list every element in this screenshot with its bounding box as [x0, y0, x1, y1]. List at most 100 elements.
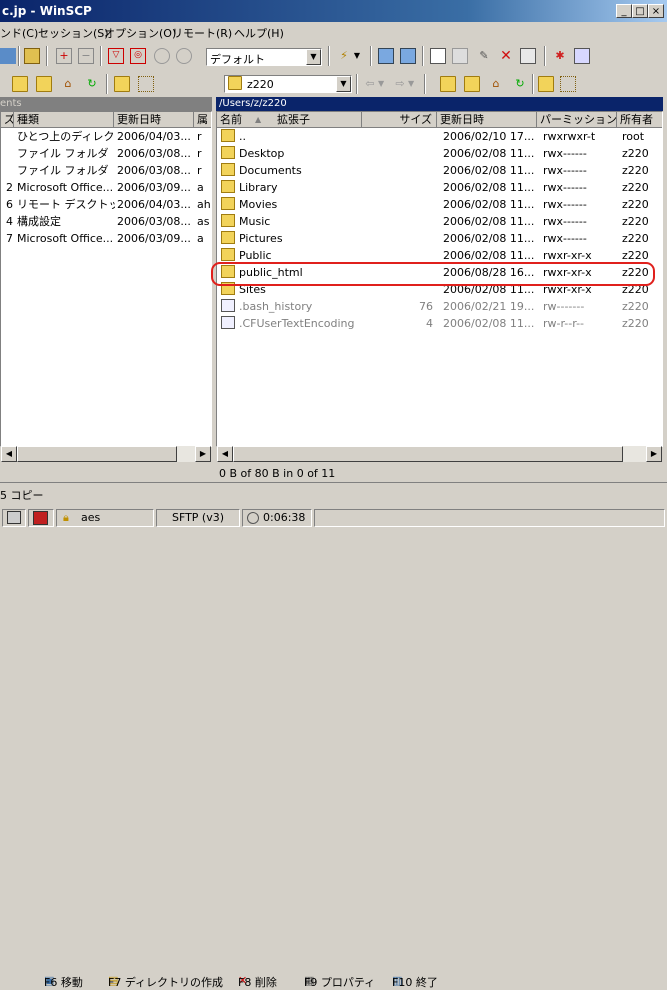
scroll-thumb[interactable]: [17, 446, 177, 462]
table-row[interactable]: Pictures 2006/02/08 11... rwx------ z220: [217, 230, 662, 247]
f6-label: F6 移動: [44, 976, 83, 989]
home-icon[interactable]: ⌂: [488, 76, 504, 92]
refresh-disabled-icon[interactable]: [176, 48, 192, 64]
col-date-header[interactable]: 更新日時: [437, 112, 537, 128]
col-name-header[interactable]: 名前 ▲ 拡張子: [217, 112, 362, 128]
cell-date: 2006/02/08 11...: [443, 317, 535, 330]
menu-remote[interactable]: リモート(R): [172, 25, 232, 41]
table-row[interactable]: 2 Microsoft Office... 2006/03/09... a: [1, 179, 211, 196]
col-size-header[interactable]: ズ: [1, 112, 14, 128]
table-row[interactable]: ファイル フォルダ 2006/03/08... r: [1, 145, 211, 162]
edit-icon[interactable]: [430, 48, 446, 64]
chevron-down-icon[interactable]: ▼: [408, 76, 418, 92]
cell-date: 2006/02/21 19...: [443, 300, 535, 313]
status-cipher-cell: 🔒︎ aes: [56, 509, 154, 527]
local-hscrollbar[interactable]: ◀ ▶: [1, 446, 211, 462]
remote-dir-select[interactable]: z220 ▼: [224, 75, 352, 93]
profile-select[interactable]: デフォルト ▼: [206, 48, 322, 66]
maximize-button[interactable]: □: [632, 4, 648, 18]
sync-icon[interactable]: [24, 48, 40, 64]
refresh-icon[interactable]: ↻: [512, 76, 528, 92]
chevron-down-icon[interactable]: ▼: [378, 76, 388, 92]
cell-attr: r: [197, 164, 202, 177]
col-date-header[interactable]: 更新日時: [114, 112, 194, 128]
transfer-icon[interactable]: [0, 48, 16, 64]
scroll-right-button[interactable]: ▶: [646, 446, 662, 462]
scroll-left-button[interactable]: ◀: [217, 446, 233, 462]
root-dir-icon[interactable]: [464, 76, 480, 92]
tree-icon[interactable]: [138, 76, 154, 92]
menu-help[interactable]: ヘルプ(H): [234, 25, 284, 41]
lock-icon: 🔒︎: [63, 511, 69, 524]
clear-icon[interactable]: [154, 48, 170, 64]
rename-icon[interactable]: ✎: [476, 48, 492, 64]
col-owner-header[interactable]: 所有者: [617, 112, 662, 128]
col-perm-header[interactable]: パーミッション: [537, 112, 617, 128]
table-row[interactable]: Movies 2006/02/08 11... rwx------ z220: [217, 196, 662, 213]
properties-icon[interactable]: [520, 48, 536, 64]
new-dir-icon[interactable]: ✱: [552, 48, 568, 64]
open-dir-icon[interactable]: [538, 76, 554, 92]
col-size-header[interactable]: サイズ: [362, 112, 437, 128]
table-row[interactable]: .CFUserTextEncoding 4 2006/02/08 11... rw-r…: [217, 315, 662, 332]
chevron-down-icon[interactable]: ▼: [336, 76, 351, 92]
close-button[interactable]: ×: [648, 4, 664, 18]
table-row[interactable]: Library 2006/02/08 11... rwx------ z220: [217, 179, 662, 196]
scroll-right-button[interactable]: ▶: [195, 446, 211, 462]
local-file-panel[interactable]: ズ 種類 更新日時 属 ひとつ上のディレク... 2006/04/03... r ファ…: [0, 111, 212, 447]
lightning-icon[interactable]: ⚡: [336, 48, 352, 64]
folder-icon: [221, 197, 235, 210]
table-row[interactable]: Music 2006/02/08 11... rwx------ z220: [217, 213, 662, 230]
parent-dir-icon[interactable]: [440, 76, 456, 92]
scroll-left-button[interactable]: ◀: [1, 446, 17, 462]
open-dir-icon[interactable]: [114, 76, 130, 92]
toolbar-separator: [100, 46, 102, 66]
cell-date: 2006/03/08...: [117, 147, 191, 160]
select-plus-icon[interactable]: +: [56, 48, 72, 64]
cell-owner: z220: [622, 147, 649, 160]
forward-icon[interactable]: ⇨: [392, 76, 408, 92]
open-icon[interactable]: [452, 48, 468, 64]
select-minus-icon[interactable]: −: [78, 48, 94, 64]
table-row[interactable]: 6 リモート デスクトッ...2006/04/03... ah: [1, 196, 211, 213]
local-path-bar: ents: [0, 97, 212, 111]
table-row[interactable]: Desktop 2006/02/08 11... rwx------ z220: [217, 145, 662, 162]
col-type-header[interactable]: 種類: [14, 112, 114, 128]
table-row[interactable]: Documents 2006/02/08 11... rwx------ z220: [217, 162, 662, 179]
table-row[interactable]: ファイル フォルダ 2006/03/08... r: [1, 162, 211, 179]
col-attr-header[interactable]: 属: [194, 112, 211, 128]
scroll-thumb[interactable]: [233, 446, 623, 462]
parent-dir-icon[interactable]: [12, 76, 28, 92]
table-row[interactable]: ひとつ上のディレク... 2006/04/03... r: [1, 128, 211, 145]
table-row[interactable]: .. 2006/02/10 17... rwxrwxr-t root: [217, 128, 662, 145]
table-row[interactable]: 7 Microsoft Office... 2006/03/09... a: [1, 230, 211, 247]
tree-icon[interactable]: [560, 76, 576, 92]
folder-icon: [221, 214, 235, 227]
move-icon[interactable]: [400, 48, 416, 64]
chevron-down-icon[interactable]: ▼: [306, 49, 321, 65]
remote-hscrollbar[interactable]: ◀ ▶: [217, 446, 662, 462]
invert-icon[interactable]: ◎: [130, 48, 146, 64]
table-row[interactable]: 4 構成設定 2006/03/08... as: [1, 213, 211, 230]
selection-summary: 0 B of 80 B in 0 of 11: [216, 466, 663, 482]
minimize-button[interactable]: _: [616, 4, 632, 18]
toolbar-separator: [106, 74, 108, 94]
copy-icon[interactable]: [378, 48, 394, 64]
bookmark-icon[interactable]: [574, 48, 590, 64]
cell-perm: rwx------: [543, 215, 587, 228]
cell-perm: rwxr-xr-x: [543, 249, 592, 262]
menu-options[interactable]: オプション(O): [104, 25, 176, 41]
delete-icon[interactable]: ✕: [498, 48, 514, 64]
back-icon[interactable]: ⇦: [362, 76, 378, 92]
table-row[interactable]: .bash_history 76 2006/02/21 19... rw-------…: [217, 298, 662, 315]
filter-icon[interactable]: ▽: [108, 48, 124, 64]
menu-session[interactable]: セッション(S): [38, 25, 109, 41]
refresh-icon[interactable]: ↻: [84, 76, 100, 92]
chevron-down-icon[interactable]: ▼: [352, 48, 362, 64]
cell-owner: z220: [622, 198, 649, 211]
f5-copy-button[interactable]: 5 コピー: [0, 487, 44, 503]
cell-name: Pictures: [239, 232, 283, 245]
menu-command[interactable]: ンド(C): [0, 25, 38, 41]
home-icon[interactable]: ⌂: [60, 76, 76, 92]
root-dir-icon[interactable]: [36, 76, 52, 92]
